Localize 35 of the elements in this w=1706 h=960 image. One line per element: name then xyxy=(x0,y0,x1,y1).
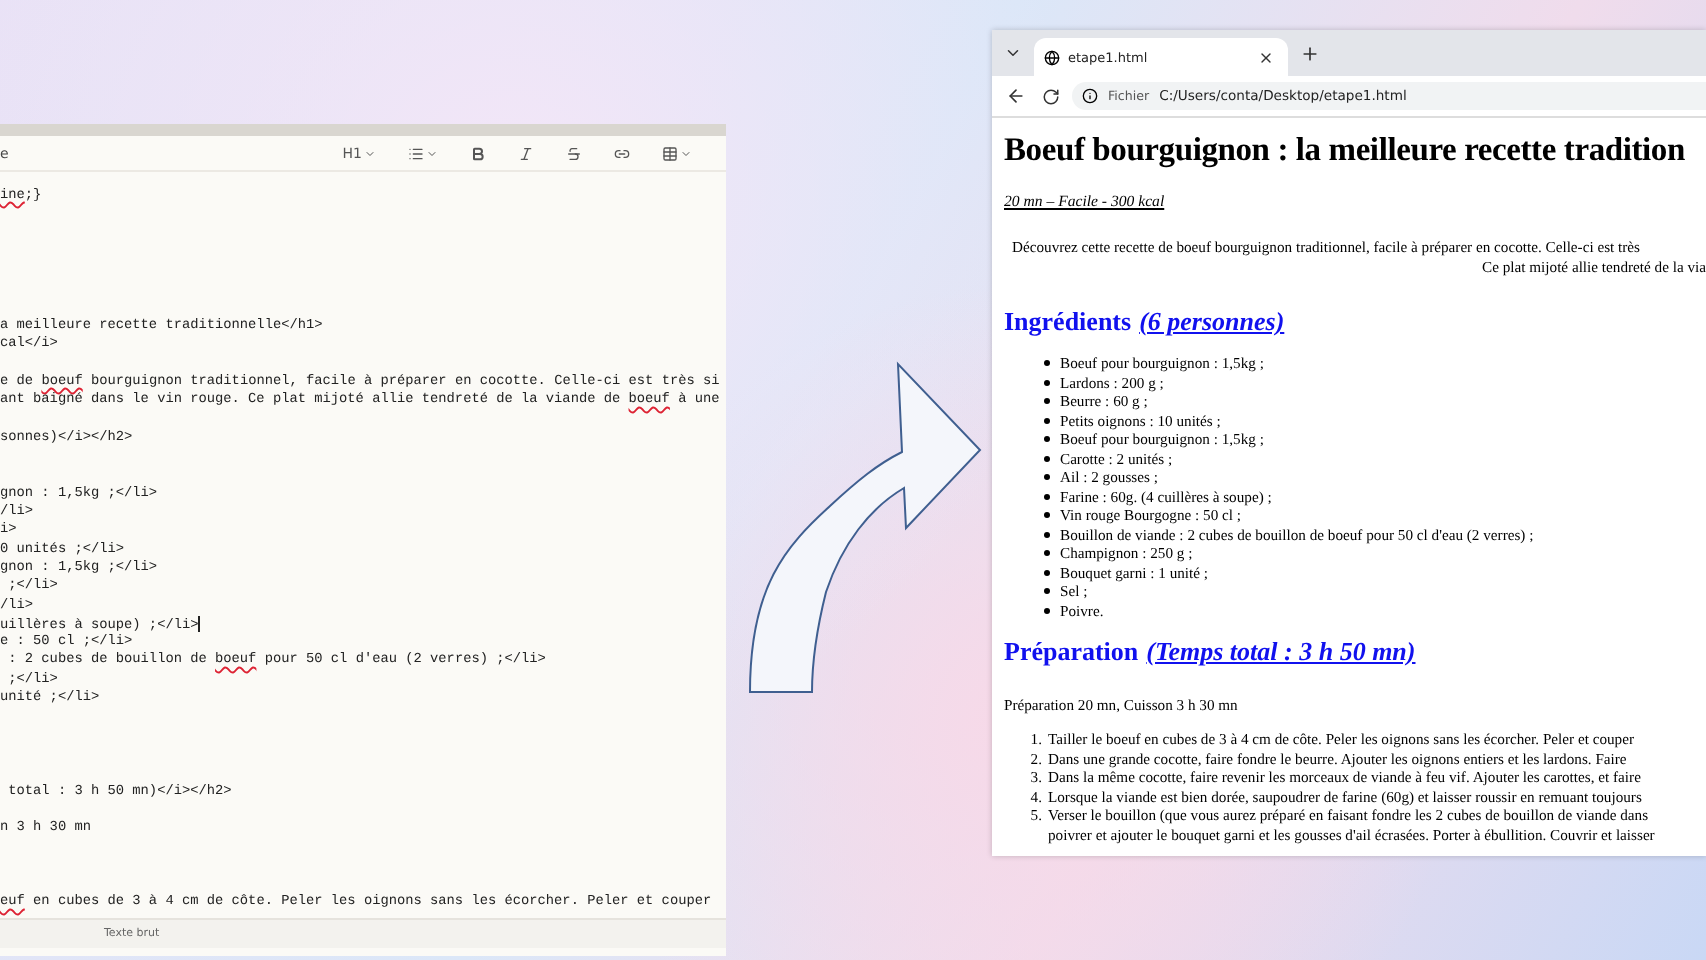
bullet-icon xyxy=(1044,607,1050,614)
italic-icon xyxy=(518,145,534,161)
bullet-icon xyxy=(1044,512,1050,519)
bullet-icon xyxy=(1044,531,1050,538)
bullet-icon xyxy=(1044,379,1050,386)
bullet-icon xyxy=(1044,550,1050,557)
close-icon xyxy=(1258,49,1274,65)
back-arrow-icon xyxy=(1006,86,1026,106)
list-icon xyxy=(408,145,424,161)
bold-icon xyxy=(470,145,486,161)
table-icon xyxy=(662,145,678,161)
bullet-icon xyxy=(1044,588,1050,595)
section-heading: Ingrédients xyxy=(1004,306,1132,338)
section-link[interactable]: (Temps total : 3 h 50 mn) xyxy=(1146,636,1416,668)
page-title: Boeuf bourguignon : la meilleure recette tradition xyxy=(1004,128,1685,172)
chevron-down-icon xyxy=(426,147,438,159)
reload-icon xyxy=(1042,87,1060,105)
globe-icon xyxy=(1044,49,1060,65)
bullet-icon xyxy=(1044,455,1050,462)
bullet-icon xyxy=(1044,474,1050,481)
bullet-icon xyxy=(1044,493,1050,500)
section-link[interactable]: (6 personnes) xyxy=(1139,306,1285,338)
bullet-icon xyxy=(1044,360,1050,367)
strikethrough-icon xyxy=(566,145,582,161)
chevron-down-icon xyxy=(680,147,692,159)
link-icon xyxy=(614,145,630,161)
bullet-icon xyxy=(1044,569,1050,576)
chevron-down-icon xyxy=(364,147,376,159)
section-heading: Préparation xyxy=(1004,636,1139,668)
bullet-icon xyxy=(1044,398,1050,405)
plus-icon xyxy=(1300,43,1320,63)
chevron-down-icon xyxy=(1004,44,1022,62)
bullet-icon xyxy=(1044,417,1050,424)
bullet-icon xyxy=(1044,436,1050,443)
info-icon xyxy=(1082,88,1098,104)
